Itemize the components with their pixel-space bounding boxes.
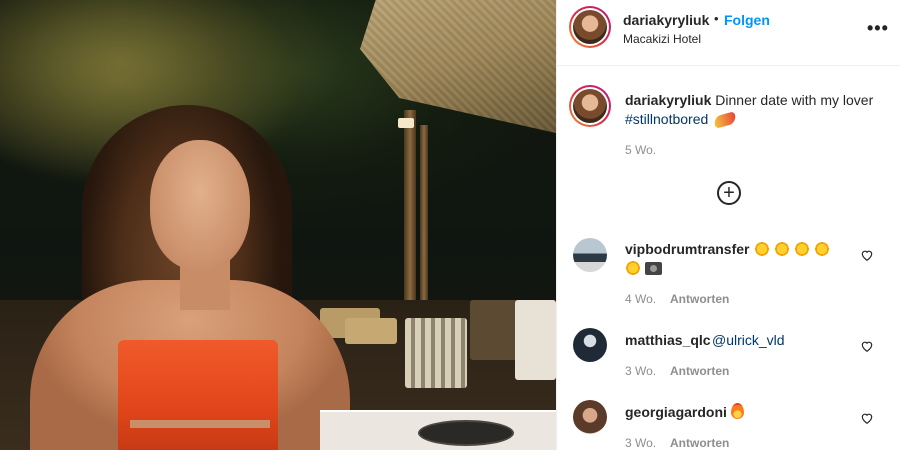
reply-button[interactable]: Antworten xyxy=(670,292,729,306)
camera-emoji-icon xyxy=(645,261,662,275)
sparkle-emoji-icon xyxy=(774,241,790,258)
more-options-icon[interactable]: ••• xyxy=(867,18,889,39)
comment-time: 3 Wo. xyxy=(625,436,657,450)
caption: dariakyryliuk Dinner date with my lover … xyxy=(625,91,875,129)
sparkle-emoji-icon xyxy=(814,241,830,258)
wooden-post xyxy=(404,110,416,330)
heart-icon[interactable] xyxy=(860,248,874,262)
comment-username[interactable]: georgiagardoni xyxy=(625,404,727,420)
location-link[interactable]: Macakizi Hotel xyxy=(623,32,701,46)
black-plate xyxy=(418,420,514,446)
comment-time: 4 Wo. xyxy=(625,292,657,306)
striped-chair xyxy=(405,318,467,388)
chair xyxy=(470,300,520,360)
table-cloth xyxy=(515,300,556,380)
pepper-emoji-icon xyxy=(712,111,738,129)
fire-emoji-icon xyxy=(731,403,744,420)
post-side-panel: dariakyryliuk • Folgen Macakizi Hotel ••… xyxy=(556,0,900,450)
comment-avatar[interactable] xyxy=(573,238,607,272)
orange-dress xyxy=(118,340,278,450)
comment-avatar[interactable] xyxy=(573,400,607,434)
comment-emojis xyxy=(729,402,744,420)
sparkle-emoji-icon xyxy=(794,241,810,258)
caption-text: Dinner date with my lover xyxy=(711,92,874,108)
comment-avatar[interactable] xyxy=(573,328,607,362)
caption-username[interactable]: dariakyryliuk xyxy=(625,92,711,108)
comment-time: 3 Wo. xyxy=(625,364,657,378)
post-photo[interactable] xyxy=(0,0,556,450)
woman-face xyxy=(150,140,250,270)
author-avatar[interactable] xyxy=(569,6,611,48)
add-circle-icon[interactable]: + xyxy=(717,181,741,205)
author-username[interactable]: dariakyryliuk xyxy=(623,12,709,28)
heart-icon[interactable] xyxy=(860,411,874,425)
sparkle-emoji-icon xyxy=(625,260,641,277)
reply-button[interactable]: Antworten xyxy=(670,436,729,450)
lamp xyxy=(398,118,414,128)
caption-avatar[interactable] xyxy=(569,85,611,127)
comment-emojis-line2 xyxy=(625,259,662,277)
shade-canopy xyxy=(360,0,556,133)
chair xyxy=(345,318,397,344)
caption-hashtag[interactable]: #stillnotbored xyxy=(625,111,708,127)
caption-time: 5 Wo. xyxy=(625,143,657,157)
comment-username[interactable]: vipbodrumtransfer xyxy=(625,241,749,257)
comment-mention[interactable]: @ulrick_vld xyxy=(712,332,785,348)
comment-username[interactable]: matthias_qlc xyxy=(625,332,711,348)
comment-emojis xyxy=(754,240,834,258)
heart-icon[interactable] xyxy=(860,339,874,353)
midriff xyxy=(130,420,270,428)
follow-button[interactable]: Folgen xyxy=(724,12,770,28)
post-header: dariakyryliuk • Folgen Macakizi Hotel ••… xyxy=(557,0,900,66)
reply-button[interactable]: Antworten xyxy=(670,364,729,378)
separator-dot: • xyxy=(714,11,719,26)
sparkle-emoji-icon xyxy=(754,241,770,258)
